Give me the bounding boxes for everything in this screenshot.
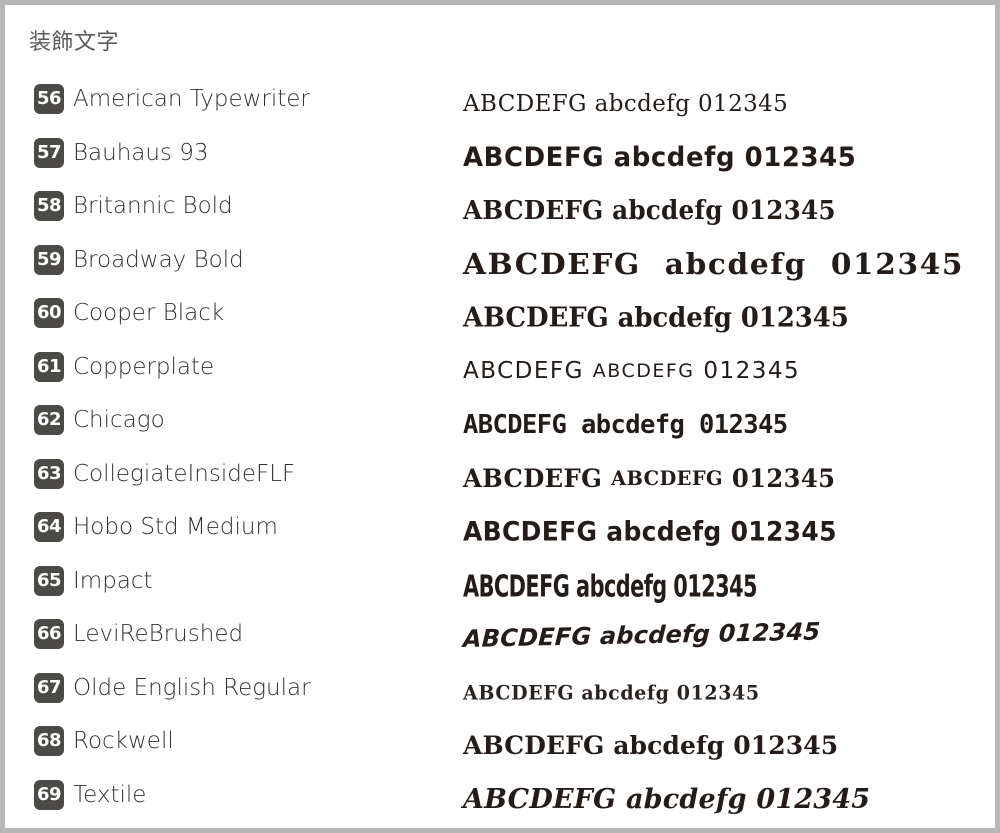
font-row: 61 Copperplate ABCDEFG ABCDEFG 012345	[5, 345, 995, 399]
font-sample-text: ABCDEFG abcdefg 012345	[463, 195, 836, 226]
font-name-label: Chicago	[73, 407, 165, 433]
sample-digits: 012345	[722, 463, 836, 493]
font-name-label: Impact	[73, 567, 153, 594]
font-sample-text: ABCDEFG abcdefg 012345	[463, 302, 849, 334]
font-sample-text: ABCDEFG abcdefg 012345	[463, 409, 788, 440]
font-name-label: Cooper Black	[73, 300, 225, 326]
font-name-label: LeviReBrushed	[73, 621, 244, 647]
content-frame: 装飾文字 56 American Typewriter ABCDEFG abcdef…	[5, 5, 995, 828]
font-row: 60 Cooper Black ABCDEFG abcdefg 012345	[5, 291, 995, 345]
font-specimen-list: 56 American Typewriter ABCDEFG abcdefg 012…	[5, 77, 995, 826]
row-index-badge: 56	[34, 84, 64, 114]
font-row: 68 Rockwell ABCDEFG abcdefg 012345	[5, 719, 995, 773]
row-index-badge: 68	[34, 726, 64, 756]
row-index-badge: 59	[34, 244, 64, 275]
font-row: 62 Chicago ABCDEFG abcdefg 012345	[5, 398, 995, 452]
font-row: 66 LeviReBrushed ABCDEFG abcdefg 012345	[5, 612, 995, 666]
font-row: 69 Textile ABCDEFG abcdefg 012345	[5, 773, 995, 827]
font-name-label: Rockwell	[73, 728, 174, 754]
font-name-label: Bauhaus 93	[73, 139, 209, 166]
row-index-badge: 64	[34, 512, 64, 542]
font-name-label: CollegiateInsideFLF	[73, 460, 296, 487]
font-sample-text: ABCDEFG ABCDEFG 012345	[463, 452, 835, 506]
row-index-badge: 69	[34, 779, 64, 810]
font-name-label: Olde English Regular	[73, 674, 311, 701]
sample-smallcaps: ABCDEFG	[611, 466, 723, 491]
font-sample-text: ABCDEFG abcdefg 012345	[463, 516, 837, 548]
font-sample-text: ABCDEFG abcdefg 012345	[463, 141, 857, 173]
font-row: 57 Bauhaus 93 ABCDEFG abcdefg 012345	[5, 131, 995, 185]
font-name-label: Britannic Bold	[73, 193, 233, 219]
font-row: 65 Impact ABCDEFG abcdefg 012345	[5, 559, 995, 613]
sample-digits: 012345	[694, 358, 801, 385]
font-sample-text: ABCDEFG abcdefg 012345	[463, 90, 789, 117]
page-title: 装飾文字	[29, 30, 120, 55]
row-index-badge: 57	[34, 137, 64, 168]
font-row: 63 CollegiateInsideFLF ABCDEFG ABCDEFG 012…	[5, 452, 995, 506]
font-sample-text: ABCDEFG abcdefg 012345	[463, 731, 839, 761]
row-index-badge: 61	[34, 351, 64, 382]
font-sample-text: ABCDEFG abcdefg 012345	[463, 567, 758, 603]
screenshot-root: 装飾文字 56 American Typewriter ABCDEFG abcdef…	[0, 0, 1000, 833]
row-index-badge: 67	[34, 672, 64, 703]
font-sample-text: ABCDEFG ABCDEFG 012345	[463, 345, 800, 399]
row-index-badge: 66	[34, 619, 64, 649]
font-row: 64 Hobo Std Medium ABCDEFG abcdefg 012345	[5, 505, 995, 559]
font-sample-text: ABCDEFG abcdefg 012345	[463, 680, 760, 704]
font-sample-text: ABCDEFG abcdefg 012345	[463, 247, 965, 282]
font-row: 58 Britannic Bold ABCDEFG abcdefg 012345	[5, 184, 995, 238]
sample-uppercase: ABCDEFG	[463, 463, 612, 493]
font-row: 59 Broadway Bold ABCDEFG abcdefg 012345	[5, 238, 995, 292]
font-name-label: Textile	[73, 781, 147, 808]
font-name-label: Broadway Bold	[73, 246, 244, 273]
font-row: 67 Olde English Regular ABCDEFG abcdefg 01…	[5, 666, 995, 720]
font-sample-text: ABCDEFG abcdefg 012345	[463, 783, 871, 815]
sample-smallcaps: ABCDEFG	[592, 360, 695, 383]
sample-uppercase: ABCDEFG	[463, 358, 593, 385]
row-index-badge: 65	[34, 565, 64, 596]
row-index-badge: 62	[34, 405, 64, 435]
row-index-badge: 63	[34, 458, 64, 489]
row-index-badge: 58	[34, 191, 64, 221]
row-index-badge: 60	[34, 298, 64, 328]
font-row: 56 American Typewriter ABCDEFG abcdefg 012…	[5, 77, 995, 131]
font-name-label: Hobo Std Medium	[73, 514, 278, 540]
font-sample-text: ABCDEFG abcdefg 012345	[462, 617, 822, 653]
font-name-label: American Typewriter	[73, 86, 310, 112]
font-name-label: Copperplate	[73, 353, 215, 380]
